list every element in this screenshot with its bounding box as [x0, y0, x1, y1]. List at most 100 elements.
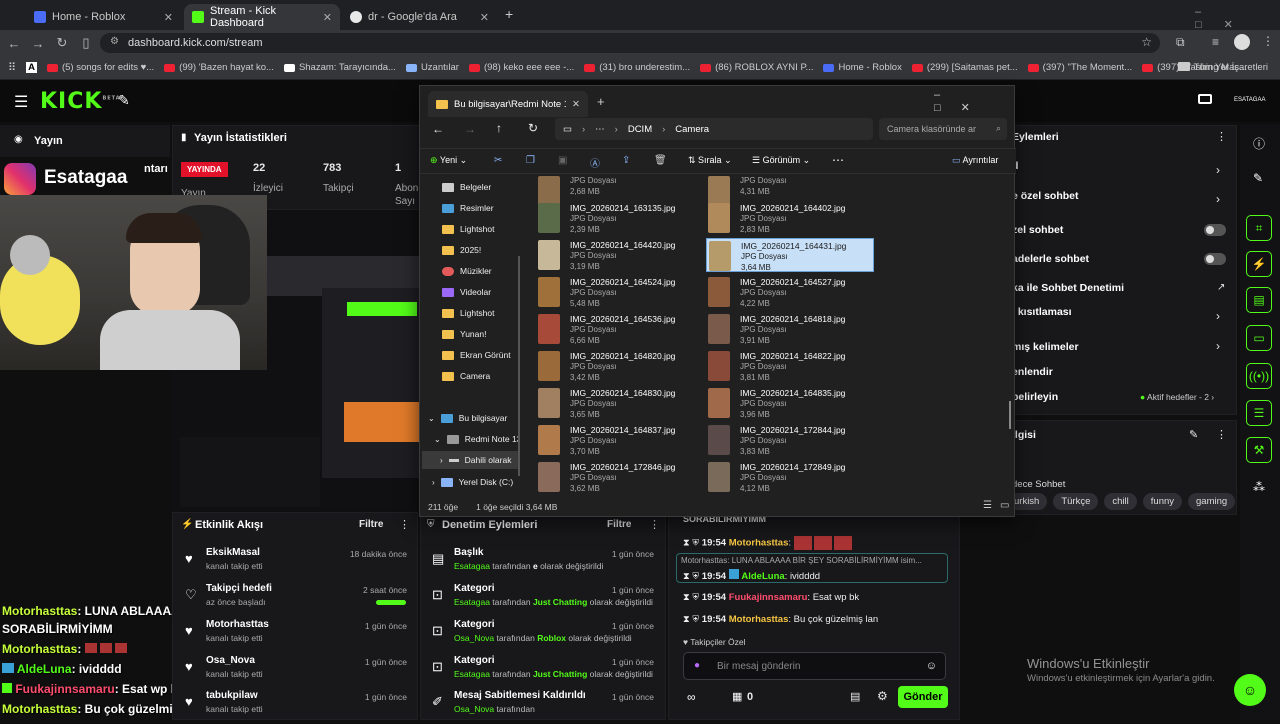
copy-icon[interactable]: ❐	[526, 155, 535, 166]
event-item[interactable]: ♡ Takipçi hedefi az önce başladı 2 saat önc…	[180, 583, 415, 617]
wrench-icon[interactable]: ⚒	[1246, 437, 1272, 463]
chat-action-row[interactable]: i kısıtlaması	[1012, 306, 1072, 318]
toggle-switch[interactable]	[1204, 224, 1226, 236]
mod-action-item[interactable]: ▤ Başlık Esatagaa tarafından e olarak deği…	[428, 547, 662, 581]
profile-avatar[interactable]	[1234, 34, 1250, 50]
chat-message[interactable]: ⧗ ⛨ 19:54 Motorhasttas:	[683, 536, 852, 550]
user-label[interactable]: ESATAGAA	[1234, 97, 1265, 103]
file-grid-scrollbar[interactable]	[1009, 401, 1011, 429]
details-button[interactable]: ▭ Ayrıntılar	[952, 155, 998, 166]
menu-icon[interactable]: ⋮	[1262, 34, 1274, 48]
event-item[interactable]: ♥ EksikMasal kanalı takip etti 18 dakika ön…	[180, 547, 415, 581]
nav-internal-storage[interactable]: › Dahili olarak	[422, 451, 518, 469]
file-item[interactable]: IMG_20260214_164536.jpg JPG Dosyası 6,66 M…	[536, 312, 704, 346]
layout-icon[interactable]: ☰	[1246, 400, 1272, 426]
microphone-icon[interactable]: ●	[694, 660, 700, 671]
pencil-icon[interactable]: ✎	[1253, 171, 1263, 185]
nav-item-music[interactable]: Müzikler	[442, 266, 492, 276]
close-tab-icon[interactable]: ✕	[572, 99, 580, 110]
file-item[interactable]: IMG_20260214_164420.jpg JPG Dosyası 3,19 M…	[536, 238, 704, 272]
new-button[interactable]: ⊕ Yeni ⌄	[430, 155, 467, 166]
paste-icon[interactable]: ▣	[558, 155, 567, 166]
tab-roblox[interactable]: Home - Roblox ✕	[26, 4, 181, 30]
emoji-icon[interactable]: ☺	[926, 660, 937, 672]
file-item[interactable]: IMG_20260214_163135.jpg JPG Dosyası 2,39 M…	[536, 201, 704, 235]
bookmark[interactable]: (5) songs for edits ♥...	[46, 62, 154, 73]
close-tab-icon[interactable]: ✕	[164, 11, 173, 24]
site-info-icon[interactable]: ⚙	[110, 36, 119, 47]
explorer-search-input[interactable]: Camera klasöründe ar ⌕	[879, 118, 1007, 140]
users-icon[interactable]: ⁂	[1253, 480, 1265, 494]
file-item[interactable]: IMG_20260214_164820.jpg JPG Dosyası 3,42 M…	[536, 349, 704, 383]
file-item[interactable]: IMG_20260214_164402.jpg JPG Dosyası 2,83 M…	[706, 201, 874, 235]
tag[interactable]: chill	[1104, 493, 1137, 510]
extensions-icon[interactable]: ⧉	[1176, 35, 1185, 50]
delete-icon[interactable]: 🗑	[654, 155, 667, 166]
filter-button[interactable]: Filtre	[359, 519, 383, 530]
nav-stream-item[interactable]: ◉ Yayın	[0, 125, 170, 157]
tab-search-icon[interactable]: ≡	[1212, 35, 1219, 49]
tag[interactable]: Türkçe	[1053, 493, 1099, 510]
up-icon[interactable]: ↑	[496, 121, 502, 135]
nav-item-pictures[interactable]: Resimler	[442, 203, 494, 213]
close-tab-icon[interactable]: ✕	[323, 11, 332, 24]
file-item[interactable]: IMG_20260214_164818.jpg JPG Dosyası 3,91 M…	[706, 312, 874, 346]
nav-this-pc[interactable]: ⌄ Bu bilgisayar	[428, 413, 507, 423]
bookmark[interactable]: Home - Roblox	[823, 62, 902, 73]
chevron-right-icon[interactable]: ›	[1216, 192, 1220, 206]
file-item[interactable]: IMG_20260214_172846.jpg JPG Dosyası 3,62 M…	[536, 460, 704, 494]
tab-kick-dashboard[interactable]: Stream - Kick Dashboard ✕	[184, 4, 340, 30]
clipboard-icon[interactable]: ▤	[1246, 287, 1272, 313]
file-item[interactable]: IMG_20260214_164822.jpg JPG Dosyası 3,81 M…	[706, 349, 874, 383]
chat-action-row[interactable]: adelerle sohbet	[1012, 253, 1089, 265]
file-item[interactable]: IMG_20260214_164527.jpg JPG Dosyası 4,22 M…	[706, 275, 874, 309]
bookmark-a[interactable]: A	[26, 62, 37, 73]
settings-icon[interactable]: ⚙	[877, 689, 888, 703]
close-tab-icon[interactable]: ✕	[480, 11, 489, 24]
back-icon[interactable]: ←	[432, 122, 444, 136]
nav-item-lightshot[interactable]: Lightshot	[442, 224, 495, 234]
sort-button[interactable]: ⇅ Sırala ⌄	[688, 155, 732, 166]
path-segment[interactable]: DCIM	[628, 124, 652, 135]
more-options-icon[interactable]: ⋮	[399, 518, 410, 531]
tiles-view-icon[interactable]: ▭	[1000, 500, 1009, 511]
file-item[interactable]: IMG_20260214_164830.jpg JPG Dosyası 3,65 M…	[536, 386, 704, 420]
address-bar[interactable]: ⚙ dashboard.kick.com/stream ☆	[100, 33, 1160, 53]
bolt-icon[interactable]: ⚡	[1246, 251, 1272, 277]
external-link-icon[interactable]: ↗	[1217, 282, 1225, 293]
infinity-icon[interactable]: ∞	[687, 690, 696, 704]
bookmark[interactable]: (299) [Saitamas pet...	[911, 62, 1018, 73]
nav-item-yunan[interactable]: Yunan!	[442, 329, 486, 339]
refresh-icon[interactable]: ↻	[528, 121, 538, 135]
more-options-icon[interactable]: ⋮	[1216, 130, 1227, 143]
filter-button[interactable]: Filtre	[607, 519, 631, 530]
tag[interactable]: gaming	[1188, 493, 1236, 510]
chat-message[interactable]: ⧗ ⛨ 19:54 Fuukajinnsamaru: Esat wp bk	[683, 592, 859, 603]
bookmark[interactable]: (98) keko eee eee -...	[468, 62, 574, 73]
apps-grid-icon[interactable]: ⠿	[8, 61, 16, 74]
bookmark[interactable]: (99) 'Bazen hayat ko...	[164, 62, 274, 73]
event-item[interactable]: ♥ tabukpilaw kanalı takip etti 1 gün önce	[180, 690, 415, 724]
view-button[interactable]: ☰ Görünüm ⌄	[752, 155, 810, 166]
mod-action-item[interactable]: ⊡ Kategori Osa_Nova tarafından Roblox olar…	[428, 619, 662, 653]
chevron-right-icon[interactable]: ›	[1216, 309, 1220, 323]
new-tab-button[interactable]: +	[505, 6, 513, 22]
reload-icon[interactable]: ↻	[50, 35, 74, 51]
event-item[interactable]: ♥ Motorhasttas kanalı takip etti 1 gün önce	[180, 619, 415, 653]
bookmark-star-icon[interactable]: ☆	[1141, 35, 1152, 49]
window-controls[interactable]: –□✕	[1195, 6, 1280, 31]
file-item[interactable]: IMG_20260214_172849.jpg JPG Dosyası 4,12 M…	[706, 460, 874, 494]
mod-action-item[interactable]: ⊡ Kategori Esatagaa tarafından Just Chatti…	[428, 655, 662, 689]
chat-input[interactable]: ● Bir mesaj gönderin ☺	[683, 652, 946, 680]
mod-action-item[interactable]: ⊡ Kategori Esatagaa tarafından Just Chatti…	[428, 583, 662, 617]
kick-logo[interactable]: KICKBETA	[40, 89, 121, 114]
window-controls[interactable]: –□✕	[934, 89, 1014, 114]
file-item[interactable]: IMG_20260214_172844.jpg JPG Dosyası 3,83 M…	[706, 423, 874, 457]
chat-action-row[interactable]: e özel sohbet	[1012, 190, 1079, 202]
edit-icon[interactable]: ✎	[1189, 428, 1198, 441]
details-view-icon[interactable]: ☰	[983, 500, 992, 511]
gift-icon[interactable]: ▦	[732, 690, 742, 703]
chat-message[interactable]: ⧗ ⛨ 19:54 AldeLuna: ividddd	[683, 569, 820, 582]
chat-action-row[interactable]: ka ile Sohbet Denetimi	[1012, 282, 1124, 294]
more-options-icon[interactable]: ⋯	[832, 153, 844, 167]
